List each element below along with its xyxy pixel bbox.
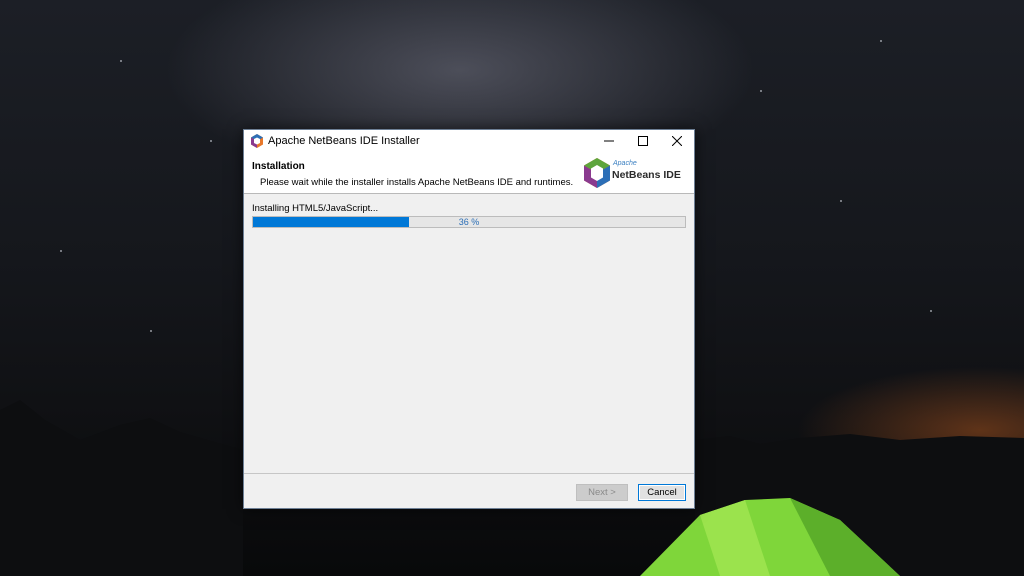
maximize-button[interactable] xyxy=(626,130,660,152)
maximize-icon xyxy=(638,136,648,146)
minimize-icon xyxy=(604,140,614,142)
footer-divider xyxy=(244,473,694,474)
cancel-button[interactable]: Cancel xyxy=(638,484,686,501)
window-title: Apache NetBeans IDE Installer xyxy=(268,135,420,147)
netbeans-logo: Apache NetBeans IDE xyxy=(584,157,684,189)
next-button[interactable]: Next > xyxy=(576,484,628,501)
netbeans-app-icon xyxy=(251,134,263,148)
close-button[interactable] xyxy=(660,130,694,152)
page-subtitle: Please wait while the installer installs… xyxy=(260,177,574,188)
logo-apache-text: Apache xyxy=(613,160,637,167)
installer-header: Installation Please wait while the insta… xyxy=(244,152,694,194)
install-progress-bar: 36 % xyxy=(252,216,686,228)
install-status-text: Installing HTML5/JavaScript... xyxy=(252,203,379,214)
title-bar[interactable]: Apache NetBeans IDE Installer xyxy=(244,130,694,152)
minimize-button[interactable] xyxy=(592,130,626,152)
progress-percent-label: 36 % xyxy=(458,217,480,227)
logo-product-text: NetBeans IDE xyxy=(612,169,681,181)
page-title: Installation xyxy=(252,161,305,172)
installer-window: Apache NetBeans IDE Installer Installati… xyxy=(243,129,695,509)
netbeans-logo-icon xyxy=(584,158,610,188)
close-icon xyxy=(672,136,682,146)
